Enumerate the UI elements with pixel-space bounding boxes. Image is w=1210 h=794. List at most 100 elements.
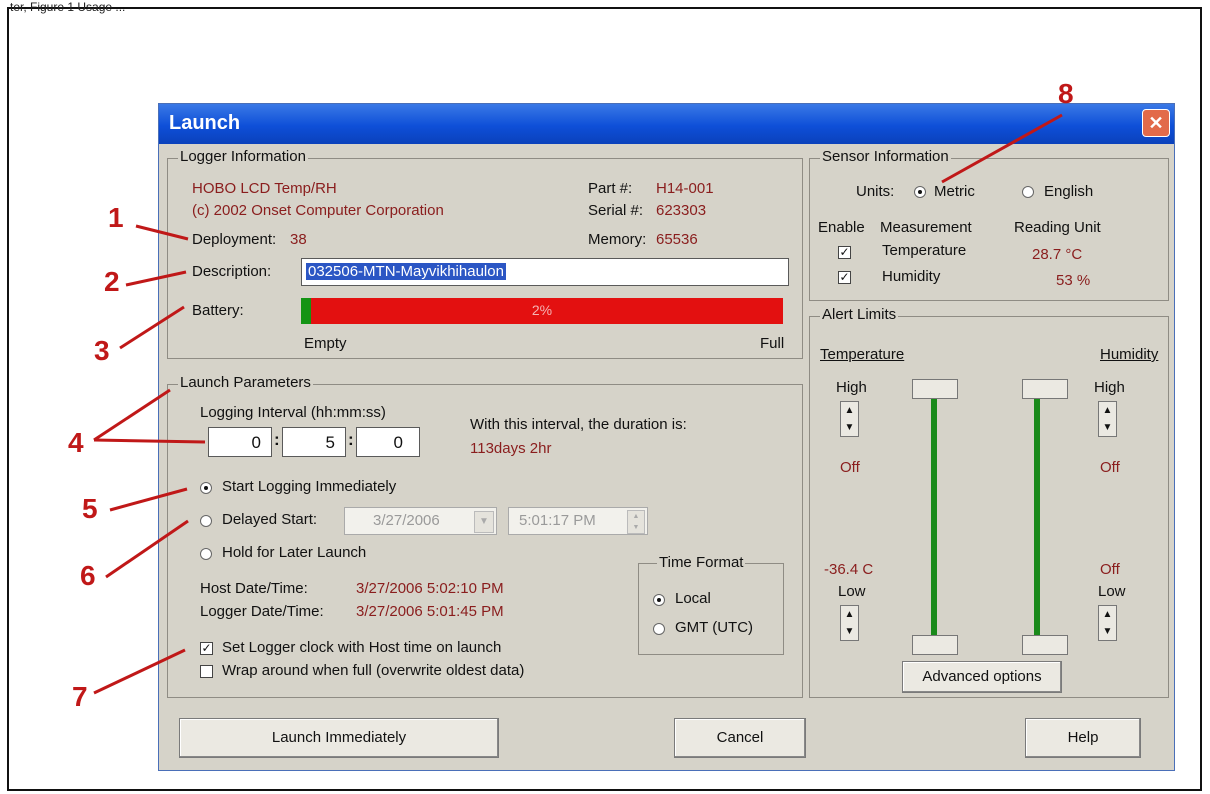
alert-limits-label: Alert Limits <box>820 306 899 323</box>
humidity-measurement: Humidity <box>882 268 941 285</box>
delayed-start-label[interactable]: Delayed Start: <box>222 511 317 528</box>
logger-copyright: (c) 2002 Onset Computer Corporation <box>192 202 444 219</box>
temp-low-spinner[interactable]: ▲ ▼ <box>840 605 859 641</box>
launch-parameters-label: Launch Parameters <box>178 374 313 391</box>
hum-high-spinner[interactable]: ▲ ▼ <box>1098 401 1117 437</box>
interval-hours-field[interactable]: 0 <box>208 427 272 457</box>
humidity-enable-checkbox[interactable]: ✓ <box>838 271 851 284</box>
annotation-1: 1 <box>108 202 124 233</box>
temperature-measurement: Temperature <box>882 242 967 259</box>
reading-unit-header: Reading Unit <box>1014 219 1101 236</box>
metric-label[interactable]: Metric <box>934 183 975 200</box>
part-label: Part #: <box>588 180 633 197</box>
logger-datetime-label: Logger Date/Time: <box>200 603 324 620</box>
part-value: H14-001 <box>656 180 714 197</box>
tf-local-label[interactable]: Local <box>675 590 711 607</box>
serial-label: Serial #: <box>588 202 644 219</box>
logging-interval-label: Logging Interval (hh:mm:ss) <box>200 404 386 421</box>
humidity-limits-heading: Humidity <box>1100 346 1159 363</box>
hold-later-label[interactable]: Hold for Later Launch <box>222 544 366 561</box>
annotation-7: 7 <box>72 681 88 712</box>
close-button[interactable]: ✕ <box>1142 109 1170 137</box>
time-format-label: Time Format <box>657 554 746 571</box>
description-text: 032506-MTN-Mayvikhihaulon <box>306 263 506 280</box>
temp-high-spinner[interactable]: ▲ ▼ <box>840 401 859 437</box>
hum-low-value: Off <box>1100 561 1120 578</box>
hum-high-value: Off <box>1100 459 1120 476</box>
hum-slider-track[interactable] <box>1034 399 1040 635</box>
hum-low-slider-handle[interactable] <box>1022 635 1068 655</box>
tf-gmt-label[interactable]: GMT (UTC) <box>675 619 753 636</box>
temperature-reading: 28.7 °C <box>1032 246 1083 263</box>
measurement-header: Measurement <box>880 219 972 236</box>
interval-hours-value: 0 <box>251 433 261 452</box>
wrap-around-checkbox[interactable] <box>200 665 213 678</box>
delayed-time-value: 5:01:17 PM <box>519 512 596 529</box>
tf-local-radio[interactable] <box>653 594 665 606</box>
top-caption: ter, Figure 1 Usage ... <box>10 0 126 14</box>
delayed-time-field[interactable]: 5:01:17 PM ▲ ▼ <box>508 507 648 535</box>
advanced-options-button[interactable]: Advanced options <box>902 661 1062 693</box>
set-clock-checkbox[interactable]: ✓ <box>200 642 213 655</box>
temp-high-label: High <box>836 379 867 396</box>
english-radio[interactable] <box>1022 186 1034 198</box>
temperature-enable-checkbox[interactable]: ✓ <box>838 246 851 259</box>
deployment-value: 38 <box>290 231 307 248</box>
start-immediately-label[interactable]: Start Logging Immediately <box>222 478 396 495</box>
temp-low-slider-handle[interactable] <box>912 635 958 655</box>
hold-later-radio[interactable] <box>200 548 212 560</box>
sensor-information-group: Sensor Information Units: Metric English… <box>809 148 1169 301</box>
title-bar[interactable]: Launch ✕ <box>159 104 1174 144</box>
chevron-down-icon[interactable]: ▼ <box>474 511 494 533</box>
battery-full-label: Full <box>760 335 785 352</box>
serial-value: 623303 <box>656 202 707 219</box>
annotation-3: 3 <box>94 335 110 366</box>
description-field[interactable]: 032506-MTN-Mayvikhihaulon <box>301 258 789 286</box>
interval-seconds-field[interactable]: 0 <box>356 427 420 457</box>
temp-low-value: -36.4 C <box>824 561 874 578</box>
temp-high-value: Off <box>840 459 860 476</box>
colon-separator: : <box>348 430 354 449</box>
wrap-around-label[interactable]: Wrap around when full (overwrite oldest … <box>222 662 524 679</box>
launch-parameters-group: Launch Parameters Logging Interval (hh:m… <box>167 374 803 698</box>
temp-high-slider-handle[interactable] <box>912 379 958 399</box>
hum-low-spinner[interactable]: ▲ ▼ <box>1098 605 1117 641</box>
alert-limits-group: Alert Limits Temperature Humidity High ▲… <box>809 306 1169 698</box>
logger-datetime-value: 3/27/2006 5:01:45 PM <box>356 603 504 620</box>
battery-empty-label: Empty <box>304 335 347 352</box>
units-label: Units: <box>856 183 895 200</box>
time-spinner-icon[interactable]: ▲ ▼ <box>627 510 645 534</box>
delayed-start-radio[interactable] <box>200 515 212 527</box>
interval-seconds-value: 0 <box>393 433 403 452</box>
help-button[interactable]: Help <box>1025 718 1141 758</box>
sensor-information-label: Sensor Information <box>820 148 951 165</box>
delayed-date-value: 3/27/2006 <box>373 512 440 529</box>
annotation-2: 2 <box>104 266 120 297</box>
battery-bar: 2% <box>301 298 783 324</box>
battery-percent: 2% <box>531 302 553 318</box>
hum-high-slider-handle[interactable] <box>1022 379 1068 399</box>
metric-radio[interactable] <box>914 186 926 198</box>
time-format-group: Time Format Local GMT (UTC) <box>638 554 784 655</box>
deployment-label: Deployment: <box>192 231 277 248</box>
launch-immediately-button[interactable]: Launch Immediately <box>179 718 499 758</box>
tf-gmt-radio[interactable] <box>653 623 665 635</box>
start-immediately-radio[interactable] <box>200 482 212 494</box>
annotation-6: 6 <box>80 560 96 591</box>
logger-name: HOBO LCD Temp/RH <box>192 180 337 197</box>
english-label[interactable]: English <box>1044 183 1093 200</box>
logger-information-label: Logger Information <box>178 148 308 165</box>
temp-slider-track[interactable] <box>931 399 937 635</box>
memory-value: 65536 <box>656 231 698 248</box>
temperature-limits-heading: Temperature <box>820 346 905 363</box>
delayed-date-field[interactable]: 3/27/2006 ▼ <box>344 507 497 535</box>
description-label: Description: <box>192 263 272 280</box>
set-clock-label[interactable]: Set Logger clock with Host time on launc… <box>222 639 501 656</box>
interval-minutes-value: 5 <box>325 433 335 452</box>
launch-dialog: Launch ✕ Logger Information HOBO LCD Tem… <box>158 103 1175 771</box>
dialog-title: Launch <box>169 112 241 134</box>
interval-minutes-field[interactable]: 5 <box>282 427 346 457</box>
duration-value: 113days 2hr <box>470 440 552 457</box>
cancel-button[interactable]: Cancel <box>674 718 806 758</box>
annotation-5: 5 <box>82 493 98 524</box>
